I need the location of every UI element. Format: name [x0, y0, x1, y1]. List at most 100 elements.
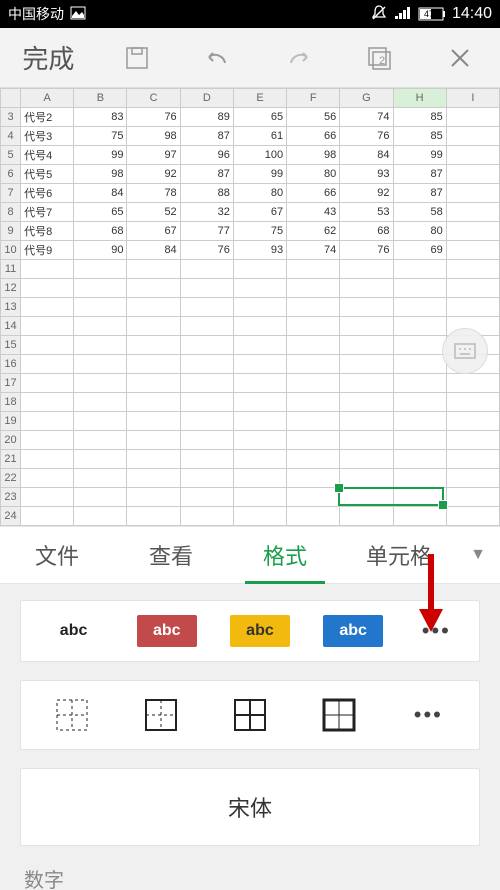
- tabs-dropdown-icon[interactable]: ▼: [456, 546, 500, 564]
- cell[interactable]: [340, 260, 393, 279]
- cell[interactable]: 58: [393, 203, 446, 222]
- cell[interactable]: 99: [393, 146, 446, 165]
- row-header[interactable]: 4: [1, 127, 21, 146]
- cell[interactable]: [127, 317, 180, 336]
- cell[interactable]: 77: [180, 222, 233, 241]
- cell[interactable]: [393, 355, 446, 374]
- cell[interactable]: [340, 355, 393, 374]
- cell[interactable]: [393, 298, 446, 317]
- cell[interactable]: [340, 431, 393, 450]
- row-header[interactable]: 3: [1, 108, 21, 127]
- cell[interactable]: [180, 260, 233, 279]
- row-header[interactable]: 20: [1, 431, 21, 450]
- cell[interactable]: [233, 298, 286, 317]
- swatch-red[interactable]: abc: [137, 615, 197, 647]
- row-header[interactable]: 10: [1, 241, 21, 260]
- cell[interactable]: [393, 450, 446, 469]
- cell[interactable]: 43: [287, 203, 340, 222]
- row-header[interactable]: 19: [1, 412, 21, 431]
- cell[interactable]: [446, 146, 499, 165]
- cell[interactable]: [233, 450, 286, 469]
- done-button[interactable]: 完成: [0, 28, 97, 87]
- close-button[interactable]: [419, 28, 500, 87]
- cell[interactable]: 87: [393, 165, 446, 184]
- col-header[interactable]: H: [393, 89, 446, 108]
- cell[interactable]: [446, 431, 499, 450]
- cell[interactable]: [21, 317, 74, 336]
- col-header[interactable]: I: [446, 89, 499, 108]
- cell[interactable]: [74, 355, 127, 374]
- cell[interactable]: [74, 260, 127, 279]
- col-header[interactable]: F: [287, 89, 340, 108]
- row-header[interactable]: 7: [1, 184, 21, 203]
- cell[interactable]: [233, 431, 286, 450]
- cell[interactable]: 80: [233, 184, 286, 203]
- cell[interactable]: [180, 374, 233, 393]
- cell[interactable]: 92: [340, 184, 393, 203]
- cell[interactable]: 99: [74, 146, 127, 165]
- cell[interactable]: [127, 336, 180, 355]
- cell[interactable]: 代号6: [21, 184, 74, 203]
- col-header[interactable]: C: [127, 89, 180, 108]
- cell[interactable]: [74, 298, 127, 317]
- row-header[interactable]: 15: [1, 336, 21, 355]
- cell[interactable]: [233, 469, 286, 488]
- cell[interactable]: 代号9: [21, 241, 74, 260]
- cell[interactable]: 93: [340, 165, 393, 184]
- cell[interactable]: [446, 412, 499, 431]
- cell[interactable]: [446, 393, 499, 412]
- row-header[interactable]: 24: [1, 507, 21, 526]
- cell[interactable]: [21, 279, 74, 298]
- cell[interactable]: [74, 279, 127, 298]
- cell[interactable]: [393, 393, 446, 412]
- cell[interactable]: [233, 279, 286, 298]
- cell[interactable]: [287, 298, 340, 317]
- cell[interactable]: 92: [127, 165, 180, 184]
- cell[interactable]: [127, 488, 180, 507]
- cell[interactable]: 69: [393, 241, 446, 260]
- cell[interactable]: [393, 431, 446, 450]
- tab-file[interactable]: 文件: [0, 539, 114, 571]
- cell[interactable]: 80: [393, 222, 446, 241]
- cell[interactable]: [446, 279, 499, 298]
- cell[interactable]: [233, 393, 286, 412]
- cell[interactable]: [180, 507, 233, 526]
- cell[interactable]: 代号2: [21, 108, 74, 127]
- cell[interactable]: [446, 450, 499, 469]
- cell[interactable]: 53: [340, 203, 393, 222]
- cell[interactable]: [127, 469, 180, 488]
- cell[interactable]: [74, 507, 127, 526]
- cell[interactable]: 90: [74, 241, 127, 260]
- cell[interactable]: [393, 260, 446, 279]
- cell[interactable]: [180, 412, 233, 431]
- cell[interactable]: 67: [233, 203, 286, 222]
- cell[interactable]: [287, 336, 340, 355]
- cell[interactable]: [180, 279, 233, 298]
- cell[interactable]: [74, 412, 127, 431]
- cell[interactable]: [340, 298, 393, 317]
- border-none-button[interactable]: [52, 695, 92, 735]
- col-header[interactable]: B: [74, 89, 127, 108]
- cell[interactable]: 78: [127, 184, 180, 203]
- spreadsheet-area[interactable]: ABCDEFGHI3代号2837689655674854代号3759887616…: [0, 88, 500, 526]
- cell[interactable]: [233, 260, 286, 279]
- cell[interactable]: [21, 336, 74, 355]
- cell[interactable]: [287, 393, 340, 412]
- cell[interactable]: 85: [393, 108, 446, 127]
- cell[interactable]: 87: [393, 184, 446, 203]
- cell[interactable]: [21, 412, 74, 431]
- cell[interactable]: [180, 488, 233, 507]
- cell[interactable]: [74, 488, 127, 507]
- row-header[interactable]: 8: [1, 203, 21, 222]
- swatch-yellow[interactable]: abc: [230, 615, 290, 647]
- cell[interactable]: 代号5: [21, 165, 74, 184]
- cell[interactable]: 83: [74, 108, 127, 127]
- sheet-switch-button[interactable]: 2: [339, 28, 420, 87]
- cell[interactable]: 99: [233, 165, 286, 184]
- cell[interactable]: 66: [287, 184, 340, 203]
- cell[interactable]: 76: [340, 127, 393, 146]
- cell[interactable]: [180, 298, 233, 317]
- cell[interactable]: [21, 260, 74, 279]
- border-thick-button[interactable]: [319, 695, 359, 735]
- cell[interactable]: [180, 431, 233, 450]
